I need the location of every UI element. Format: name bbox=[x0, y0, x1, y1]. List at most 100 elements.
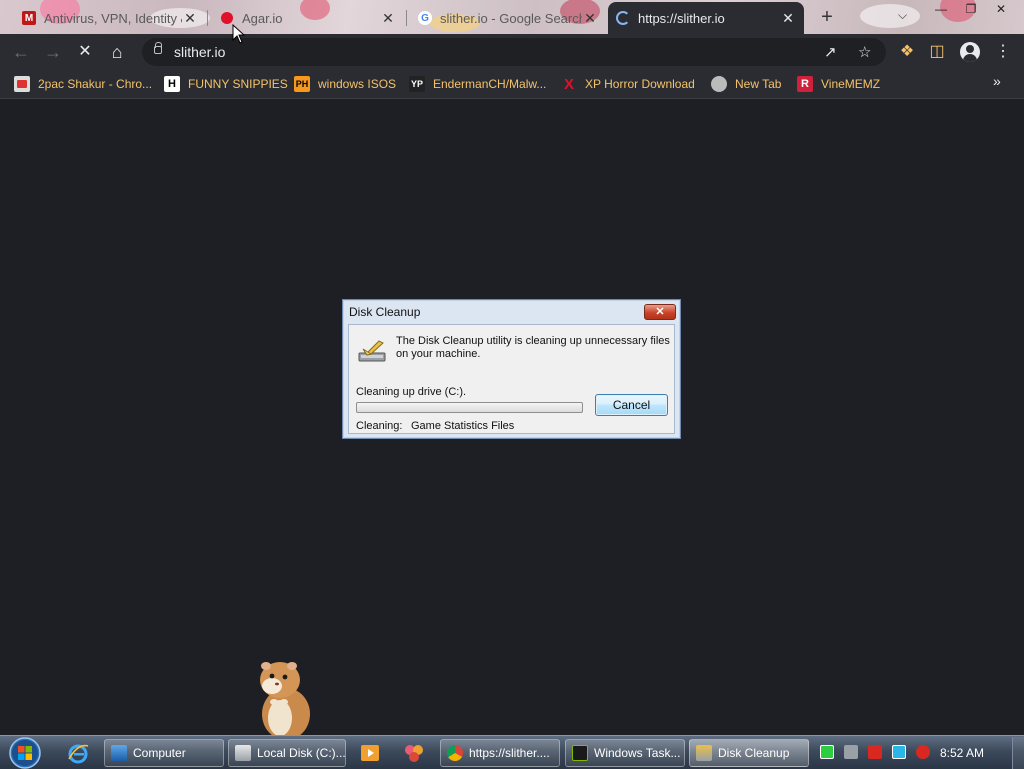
bookmark-item[interactable]: New Tab bbox=[711, 74, 781, 94]
bookmark-item[interactable]: X XP Horror Download bbox=[561, 74, 695, 94]
drive-status-text: Cleaning up drive (C:). bbox=[356, 386, 467, 398]
taskbar-button-disk-cleanup[interactable]: Disk Cleanup bbox=[689, 739, 809, 767]
start-orb-icon[interactable] bbox=[6, 737, 44, 769]
bookmark-label: windows ISOS bbox=[318, 77, 397, 91]
bookmark-item[interactable]: 2pac Shakur - Chro... bbox=[14, 74, 152, 94]
bookmark-item[interactable]: YP EndermanCH/Malw... bbox=[409, 74, 546, 94]
bookmark-label: 2pac Shakur - Chro... bbox=[38, 77, 153, 91]
bookmark-label: New Tab bbox=[735, 77, 782, 91]
share-icon[interactable]: ↗ bbox=[824, 43, 837, 61]
cleaning-label: Cleaning: bbox=[356, 420, 403, 432]
lock-icon[interactable] bbox=[154, 42, 162, 54]
media-player-icon[interactable] bbox=[358, 741, 382, 765]
restore-icon[interactable]: ❐ bbox=[956, 2, 986, 18]
tab-slither-active[interactable]: https://slither.io ✕ bbox=[608, 2, 804, 34]
stop-loading-icon[interactable]: ✕ bbox=[74, 41, 96, 63]
home-icon[interactable]: ⌂ bbox=[106, 41, 128, 63]
background-splat bbox=[860, 4, 920, 28]
tab-close-button[interactable]: ✕ bbox=[780, 10, 796, 27]
mcafee-icon: M bbox=[22, 11, 36, 25]
cleaning-item: Game Statistics Files bbox=[411, 420, 515, 432]
disk-cleanup-icon bbox=[696, 745, 712, 761]
show-desktop-button[interactable] bbox=[1012, 737, 1024, 769]
side-panel-icon[interactable]: ◫ bbox=[926, 41, 948, 61]
bookmark-item[interactable]: PH windows ISOS bbox=[294, 74, 396, 94]
bookmark-label: VineMEMZ bbox=[821, 77, 881, 91]
minimize-icon[interactable]: — bbox=[926, 2, 956, 18]
hamster-desktop-pet[interactable] bbox=[250, 656, 320, 738]
bookmark-item[interactable]: R VineMEMZ bbox=[797, 74, 880, 94]
tab-title: Agar.io bbox=[242, 10, 283, 26]
globe-icon bbox=[711, 76, 727, 92]
cancel-button[interactable]: Cancel bbox=[595, 394, 668, 416]
bookmark-label: FUNNY SNIPPIES bbox=[188, 77, 288, 91]
system-clock[interactable]: 8:52 AM bbox=[940, 746, 984, 760]
bookmark-label: EndermanCH/Malw... bbox=[433, 77, 547, 91]
dialog-title: Disk Cleanup bbox=[349, 305, 421, 319]
taskbar-button-computer[interactable]: Computer bbox=[104, 739, 224, 767]
url-text[interactable]: slither.io bbox=[174, 44, 225, 60]
address-bar[interactable]: slither.io ↗ ☆ bbox=[142, 38, 886, 66]
dialog-close-button[interactable]: ✕ bbox=[644, 304, 676, 320]
disk-cleanup-icon bbox=[358, 340, 386, 362]
tab-title: Antivirus, VPN, Identity & bbox=[44, 10, 182, 26]
tab-search-chevron-icon[interactable]: ⌵ bbox=[898, 8, 907, 23]
tab-close-button[interactable]: ✕ bbox=[182, 10, 198, 27]
bookmark-label: XP Horror Download bbox=[585, 77, 695, 91]
x-icon: X bbox=[563, 75, 574, 93]
tab-close-button[interactable]: ✕ bbox=[582, 10, 598, 27]
tray-display-icon[interactable] bbox=[892, 745, 906, 759]
tab-strip: M Antivirus, VPN, Identity & ✕ Agar.io ✕… bbox=[0, 0, 1024, 34]
folder-icon bbox=[235, 745, 251, 761]
taskbar-button-task-manager[interactable]: Windows Task... bbox=[565, 739, 685, 767]
google-icon: G bbox=[418, 11, 432, 25]
red-dot-icon bbox=[220, 11, 234, 25]
chrome-icon bbox=[447, 745, 463, 761]
h-icon: H bbox=[164, 76, 180, 92]
tab-title: https://slither.io bbox=[638, 10, 725, 26]
back-arrow-icon[interactable]: ← bbox=[10, 41, 32, 63]
taskbar-button-local-disk[interactable]: Local Disk (C:)... bbox=[228, 739, 346, 767]
dialog-message: The Disk Cleanup utility is cleaning up … bbox=[396, 335, 670, 360]
bookmark-favicon bbox=[14, 76, 30, 92]
tab-divider bbox=[207, 10, 208, 26]
ph-icon: PH bbox=[294, 76, 310, 92]
window-controls: — ❐ ✕ bbox=[926, 2, 1016, 18]
profile-avatar-icon[interactable] bbox=[960, 42, 980, 62]
tray-green-icon[interactable] bbox=[820, 745, 834, 759]
internet-explorer-icon[interactable] bbox=[66, 741, 90, 765]
loading-icon bbox=[616, 11, 630, 25]
tab-divider bbox=[406, 10, 407, 26]
taskbar-button-label: Windows Task... bbox=[594, 746, 681, 760]
tab-title: slither.io - Google Search bbox=[440, 10, 582, 26]
cleanup-progress-bar bbox=[356, 402, 583, 413]
browser-toolbar: ← → ✕ ⌂ slither.io ↗ ☆ ❖ ◫ ⋮ bbox=[0, 34, 1024, 70]
computer-icon bbox=[111, 745, 127, 761]
mouse-cursor-icon bbox=[232, 24, 246, 44]
new-tab-button[interactable]: + bbox=[816, 6, 838, 29]
dialog-body: The Disk Cleanup utility is cleaning up … bbox=[348, 324, 675, 434]
disk-cleanup-dialog: Disk Cleanup ✕ The Disk Cleanup utility … bbox=[342, 299, 681, 439]
r-icon: R bbox=[797, 76, 813, 92]
taskbar-button-label: https://slither.... bbox=[469, 746, 550, 760]
flower-app-icon[interactable] bbox=[402, 741, 426, 765]
bookmark-item[interactable]: H FUNNY SNIPPIES bbox=[164, 74, 288, 94]
yp-icon: YP bbox=[409, 76, 425, 92]
extensions-puzzle-icon[interactable]: ❖ bbox=[896, 41, 918, 61]
tab-close-button[interactable]: ✕ bbox=[380, 10, 396, 27]
tab-antivirus[interactable]: M Antivirus, VPN, Identity & ✕ bbox=[14, 4, 206, 32]
windows-taskbar: Computer Local Disk (C:)... https://slit… bbox=[0, 735, 1024, 769]
bookmarks-overflow-chevron-icon[interactable]: » bbox=[993, 73, 1001, 89]
close-icon[interactable]: ✕ bbox=[986, 2, 1016, 18]
tab-google-search[interactable]: G slither.io - Google Search ✕ bbox=[410, 4, 606, 32]
task-manager-icon bbox=[572, 745, 588, 761]
bookmark-star-icon[interactable]: ☆ bbox=[858, 43, 871, 61]
tray-speaker-icon[interactable] bbox=[916, 745, 930, 759]
menu-kebab-icon[interactable]: ⋮ bbox=[992, 41, 1014, 61]
taskbar-button-label: Computer bbox=[133, 746, 186, 760]
taskbar-button-chrome[interactable]: https://slither.... bbox=[440, 739, 560, 767]
taskbar-button-label: Local Disk (C:)... bbox=[257, 746, 346, 760]
tray-network-icon[interactable] bbox=[844, 745, 858, 759]
forward-arrow-icon[interactable]: → bbox=[42, 41, 64, 63]
tray-flag-icon[interactable] bbox=[868, 745, 882, 759]
